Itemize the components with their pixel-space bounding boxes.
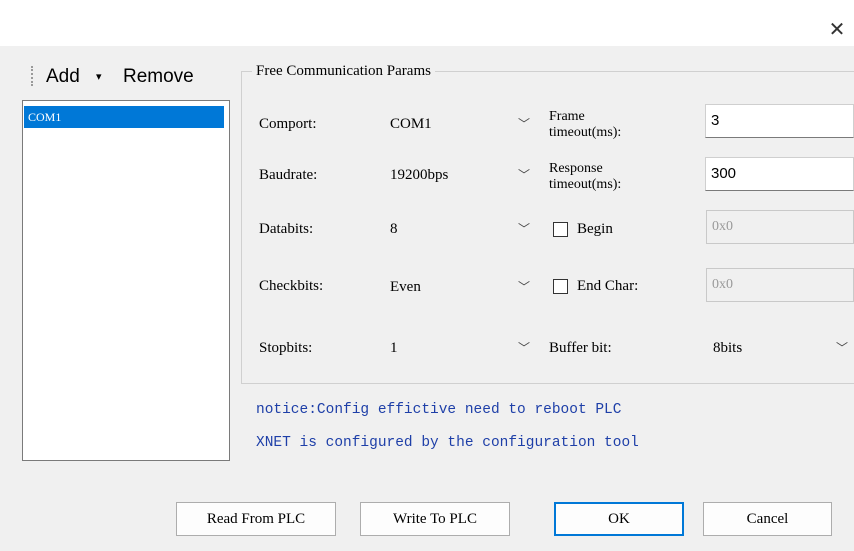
- frame-timeout-label-1: Frame: [549, 109, 585, 124]
- chevron-down-icon: ﹀: [517, 222, 530, 236]
- write-to-plc-button[interactable]: Write To PLC: [360, 502, 510, 536]
- read-from-plc-button[interactable]: Read From PLC: [176, 502, 336, 536]
- notice-xnet: XNET is configured by the configuration …: [256, 435, 639, 451]
- ok-button[interactable]: OK: [554, 502, 684, 536]
- begin-value-input: 0x0: [706, 210, 854, 244]
- begin-checkbox[interactable]: [553, 222, 568, 237]
- response-timeout-label-2: timeout(ms):: [549, 177, 622, 192]
- end-char-value-input: 0x0: [706, 268, 854, 302]
- databits-select[interactable]: 8 ﹀: [382, 212, 536, 246]
- grip-icon: [31, 66, 35, 86]
- cancel-button[interactable]: Cancel: [703, 502, 832, 536]
- checkbits-select[interactable]: Even ﹀: [382, 270, 536, 304]
- baudrate-value: 19200bps: [390, 167, 449, 183]
- baudrate-select[interactable]: 19200bps ﹀: [382, 158, 536, 192]
- begin-label: Begin: [577, 221, 613, 237]
- frame-timeout-input[interactable]: 3: [705, 104, 854, 138]
- ports-listbox[interactable]: COM1: [22, 100, 230, 461]
- add-button[interactable]: Add: [46, 62, 80, 92]
- group-title: Free Communication Params: [252, 60, 435, 82]
- response-timeout-input[interactable]: 300: [705, 157, 854, 191]
- chevron-down-icon: ﹀: [517, 117, 530, 131]
- remove-button[interactable]: Remove: [123, 62, 194, 92]
- chevron-down-icon: ﹀: [517, 341, 530, 355]
- comport-select[interactable]: COM1 ﹀: [382, 107, 536, 141]
- stopbits-label: Stopbits:: [259, 340, 313, 356]
- buffer-bit-select[interactable]: 8bits ﹀: [705, 331, 854, 365]
- comport-label: Comport:: [259, 116, 317, 132]
- end-char-label: End Char:: [577, 278, 639, 294]
- buffer-bit-label: Buffer bit:: [549, 340, 612, 356]
- chevron-down-icon: ﹀: [517, 280, 530, 294]
- chevron-down-icon: ﹀: [835, 341, 848, 355]
- notice-reboot: notice:Config effictive need to reboot P…: [256, 402, 622, 418]
- databits-value: 8: [390, 221, 398, 237]
- chevron-down-icon: ﹀: [517, 168, 530, 182]
- checkbits-value: Even: [390, 279, 421, 295]
- add-dropdown-caret-icon[interactable]: ▾: [96, 62, 102, 92]
- stopbits-value: 1: [390, 340, 398, 356]
- frame-timeout-label-2: timeout(ms):: [549, 125, 622, 140]
- list-item-com1[interactable]: COM1: [24, 106, 224, 128]
- close-icon[interactable]: ✕: [826, 18, 848, 40]
- buffer-bit-value: 8bits: [713, 340, 743, 356]
- stopbits-select[interactable]: 1 ﹀: [382, 331, 536, 365]
- response-timeout-label-1: Response: [549, 161, 603, 176]
- databits-label: Databits:: [259, 221, 314, 237]
- checkbits-label: Checkbits:: [259, 278, 324, 294]
- end-char-checkbox[interactable]: [553, 279, 568, 294]
- baudrate-label: Baudrate:: [259, 167, 318, 183]
- comport-value: COM1: [390, 116, 432, 132]
